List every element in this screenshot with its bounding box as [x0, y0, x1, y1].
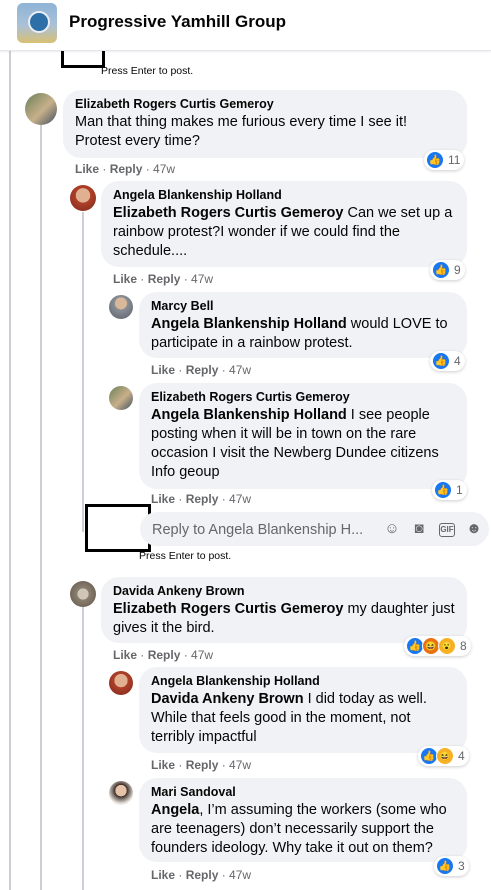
reaction-count: 4	[454, 354, 461, 368]
like-reaction-icon: 👍	[436, 857, 454, 875]
reaction-count: 3	[458, 859, 465, 873]
comment-bubble: Marcy Bell Angela Blankenship Holland wo…	[139, 292, 467, 358]
avatar[interactable]	[70, 581, 96, 607]
sticker-icon[interactable]: ☻	[465, 520, 483, 538]
comment-author[interactable]: Davida Ankeny Brown	[113, 584, 455, 598]
emoji-icon[interactable]: ☺	[383, 520, 401, 538]
reaction-summary[interactable]: 👍 3	[434, 856, 469, 876]
comment-actions: Like · Reply · 47w	[75, 162, 176, 176]
comment-bubble: Elizabeth Rogers Curtis Gemeroy Man that…	[63, 90, 467, 158]
mention-link[interactable]: Angela	[151, 802, 199, 818]
avatar[interactable]	[109, 781, 133, 805]
comment-bubble: Elizabeth Rogers Curtis Gemeroy Angela B…	[139, 383, 467, 489]
reply-button[interactable]: Reply	[148, 648, 181, 662]
reaction-count: 9	[454, 263, 461, 277]
reaction-count: 1	[456, 483, 463, 497]
mention-link[interactable]: Davida Ankeny Brown	[151, 691, 304, 707]
redacted-avatar	[61, 48, 105, 68]
comment-author[interactable]: Angela Blankenship Holland	[113, 188, 455, 202]
reaction-count: 4	[458, 749, 465, 763]
reaction-summary[interactable]: 👍 1	[432, 480, 467, 500]
like-button[interactable]: Like	[151, 363, 175, 377]
comment-actions: Like · Reply · 47w	[151, 758, 252, 772]
avatar[interactable]	[70, 185, 96, 211]
comment-actions: Like · Reply · 47w	[151, 868, 252, 882]
reply-button[interactable]: Reply	[148, 272, 181, 286]
comment-time[interactable]: 47w	[229, 758, 251, 772]
comment-time[interactable]: 47w	[191, 648, 213, 662]
reply-button[interactable]: Reply	[186, 868, 219, 882]
comment-actions: Like · Reply · 47w	[113, 272, 214, 286]
thread-line	[40, 125, 42, 890]
like-reaction-icon: 👍	[434, 481, 452, 499]
like-button[interactable]: Like	[151, 492, 175, 506]
comment-author[interactable]: Angela Blankenship Holland	[151, 674, 455, 688]
mention-link[interactable]: Elizabeth Rogers Curtis Gemeroy	[113, 205, 343, 221]
reply-button[interactable]: Reply	[186, 492, 219, 506]
group-title[interactable]: Progressive Yamhill Group	[69, 12, 286, 32]
like-reaction-icon: 👍	[432, 261, 450, 279]
comment-author[interactable]: Mari Sandoval	[151, 785, 455, 799]
camera-icon[interactable]: ◙	[410, 520, 428, 538]
group-header: Progressive Yamhill Group	[0, 0, 491, 51]
reply-button[interactable]: Reply	[186, 363, 219, 377]
reaction-summary[interactable]: 👍 😆 😮 8	[404, 636, 471, 656]
thread-line	[9, 50, 11, 890]
avatar[interactable]	[109, 295, 133, 319]
comment-bubble: Angela Blankenship Holland Elizabeth Rog…	[101, 181, 467, 267]
avatar[interactable]	[109, 386, 133, 410]
like-reaction-icon: 👍	[432, 352, 450, 370]
comment-bubble: Davida Ankeny Brown Elizabeth Rogers Cur…	[101, 577, 467, 643]
group-avatar[interactable]	[17, 3, 57, 43]
like-button[interactable]: Like	[151, 758, 175, 772]
comment-bubble: Mari Sandoval Angela, I’m assuming the w…	[139, 778, 467, 862]
comment-actions: Like · Reply · 47w	[151, 492, 252, 506]
comment-actions: Like · Reply · 47w	[113, 648, 214, 662]
reaction-summary[interactable]: 👍 9	[430, 260, 465, 280]
comment-author[interactable]: Elizabeth Rogers Curtis Gemeroy	[151, 390, 455, 404]
comment-actions: Like · Reply · 47w	[151, 363, 252, 377]
group-logo-icon	[28, 11, 50, 33]
comment-author[interactable]: Marcy Bell	[151, 299, 455, 313]
like-button[interactable]: Like	[113, 272, 137, 286]
press-enter-hint: Press Enter to post.	[139, 550, 232, 562]
reaction-summary[interactable]: 👍 😆 4	[418, 746, 469, 766]
comment-time[interactable]: 47w	[229, 868, 251, 882]
reply-button[interactable]: Reply	[186, 758, 219, 772]
gif-icon[interactable]: GIF	[439, 523, 455, 537]
mention-link[interactable]: Angela Blankenship Holland	[151, 316, 347, 332]
haha-reaction-icon: 😆	[436, 747, 454, 765]
comment-time[interactable]: 47w	[153, 162, 175, 176]
reply-box: ☺ ◙ GIF ☻	[140, 512, 489, 548]
avatar[interactable]	[25, 93, 57, 125]
comment-author[interactable]: Elizabeth Rogers Curtis Gemeroy	[75, 97, 455, 111]
reaction-count: 11	[448, 153, 461, 167]
wow-reaction-icon: 😮	[438, 637, 456, 655]
mention-link[interactable]: Angela Blankenship Holland	[151, 407, 347, 423]
avatar[interactable]	[109, 671, 133, 695]
comment-bubble: Angela Blankenship Holland Davida Ankeny…	[139, 667, 467, 753]
reaction-summary[interactable]: 👍 11	[424, 150, 465, 170]
comment-text: Man that thing makes me furious every ti…	[75, 114, 408, 149]
reply-input[interactable]	[150, 512, 372, 548]
comment-time[interactable]: 47w	[229, 363, 251, 377]
press-enter-hint: Press Enter to post.	[101, 65, 194, 77]
like-reaction-icon: 👍	[426, 151, 444, 169]
reaction-summary[interactable]: 👍 4	[430, 351, 465, 371]
like-button[interactable]: Like	[75, 162, 99, 176]
thread-line	[82, 212, 84, 532]
comment-time[interactable]: 47w	[191, 272, 213, 286]
reply-button[interactable]: Reply	[110, 162, 143, 176]
like-button[interactable]: Like	[113, 648, 137, 662]
comment-time[interactable]: 47w	[229, 492, 251, 506]
thread-line	[82, 606, 84, 890]
like-button[interactable]: Like	[151, 868, 175, 882]
reaction-count: 8	[460, 639, 467, 653]
mention-link[interactable]: Elizabeth Rogers Curtis Gemeroy	[113, 601, 343, 617]
